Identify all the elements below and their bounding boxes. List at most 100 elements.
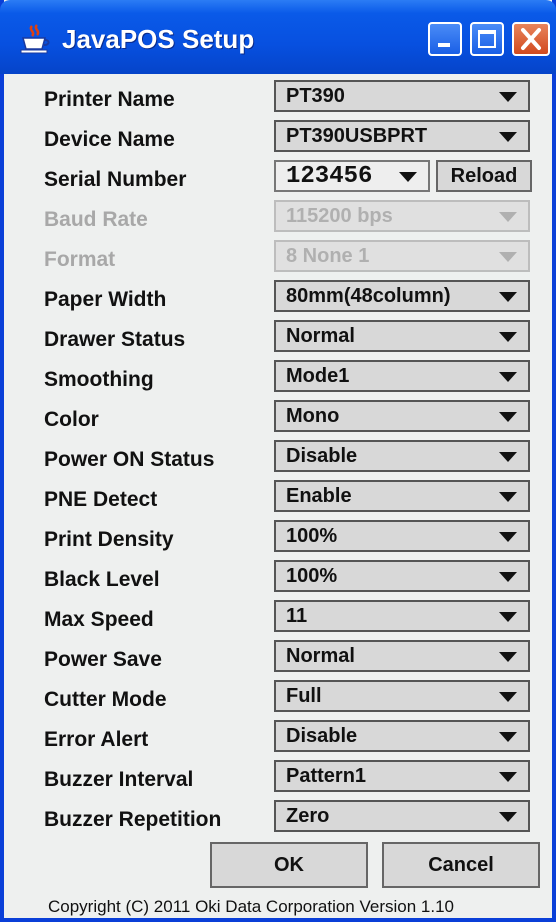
chevron-down-icon[interactable] [498, 411, 518, 423]
power-on-status-value: Disable [286, 445, 358, 467]
power-on-status-select[interactable]: Disable [274, 440, 530, 472]
field-row-error-alert: Error Alert Disable [4, 718, 552, 758]
setup-dialog: JavaPOS Setup Printer Name PT390 Device Na… [0, 0, 556, 922]
power-save-select[interactable]: Normal [274, 640, 530, 672]
error-alert-select[interactable]: Disable [274, 720, 530, 752]
pne-detect-select[interactable]: Enable [274, 480, 530, 512]
field-row-device-name: Device Name PT390USBPRT [4, 118, 552, 158]
chevron-down-icon [499, 252, 517, 262]
chevron-down-icon[interactable] [498, 771, 518, 783]
window-title: JavaPOS Setup [62, 24, 255, 54]
cutter-mode-select[interactable]: Full [274, 680, 530, 712]
chevron-down-icon [499, 212, 517, 222]
max-speed-select[interactable]: 11 [274, 600, 530, 632]
ok-button[interactable]: OK [210, 842, 368, 888]
maximize-icon [478, 30, 496, 48]
printer-name-select[interactable]: PT390 [274, 80, 530, 112]
paper-width-label: Paper Width [44, 288, 167, 311]
field-row-printer-name: Printer Name PT390 [4, 78, 552, 118]
minimize-icon [438, 43, 450, 47]
field-row-paper-width: Paper Width 80mm(48column) [4, 278, 552, 318]
black-level-select[interactable]: 100% [274, 560, 530, 592]
field-row-drawer-status: Drawer Status Normal [4, 318, 552, 358]
chevron-down-icon[interactable] [498, 451, 518, 463]
print-density-select[interactable]: 100% [274, 520, 530, 552]
device-name-select[interactable]: PT390USBPRT [274, 120, 530, 152]
chevron-down-icon[interactable] [498, 531, 518, 543]
drawer-status-value: Normal [286, 325, 355, 347]
chevron-down-icon[interactable] [498, 731, 518, 743]
serial-number-label: Serial Number [44, 168, 187, 191]
field-row-baud-rate: Baud Rate 115200 bps [4, 198, 552, 238]
format-select: 8 None 1 [274, 240, 530, 272]
error-alert-value: Disable [286, 725, 358, 747]
field-row-black-level: Black Level 100% [4, 558, 552, 598]
buzzer-repetition-value: Zero [286, 805, 330, 827]
reload-button[interactable]: Reload [436, 160, 532, 192]
smoothing-select[interactable]: Mode1 [274, 360, 530, 392]
field-row-color: Color Mono [4, 398, 552, 438]
power-on-status-label: Power ON Status [44, 448, 215, 471]
print-density-value: 100% [286, 525, 338, 547]
pne-detect-value: Enable [286, 485, 352, 507]
chevron-down-icon[interactable] [498, 691, 518, 703]
color-select[interactable]: Mono [274, 400, 530, 432]
cutter-mode-value: Full [286, 685, 322, 707]
max-speed-value: 11 [286, 605, 308, 627]
baud-rate-select: 115200 bps [274, 200, 530, 232]
close-button[interactable] [512, 22, 550, 56]
field-row-max-speed: Max Speed 11 [4, 598, 552, 638]
baud-rate-value: 115200 bps [286, 205, 393, 227]
paper-width-value: 80mm(48column) [286, 285, 451, 307]
buzzer-interval-select[interactable]: Pattern1 [274, 760, 530, 792]
close-icon [521, 28, 541, 50]
chevron-down-icon[interactable] [398, 171, 418, 183]
device-name-value: PT390USBPRT [286, 125, 428, 147]
chevron-down-icon[interactable] [498, 811, 518, 823]
printer-name-label: Printer Name [44, 88, 175, 111]
title-bar[interactable]: JavaPOS Setup [0, 0, 556, 74]
cancel-button[interactable]: Cancel [382, 842, 540, 888]
maximize-button[interactable] [470, 22, 504, 56]
serial-number-select[interactable]: 123456 [274, 160, 430, 192]
black-level-label: Black Level [44, 568, 160, 591]
copyright-text: Copyright (C) 2011 Oki Data Corporation … [48, 897, 454, 916]
smoothing-label: Smoothing [44, 368, 154, 391]
chevron-down-icon[interactable] [498, 491, 518, 503]
baud-rate-label: Baud Rate [44, 208, 148, 231]
color-label: Color [44, 408, 99, 431]
buzzer-repetition-label: Buzzer Repetition [44, 808, 222, 831]
chevron-down-icon[interactable] [498, 611, 518, 623]
max-speed-label: Max Speed [44, 608, 154, 631]
pne-detect-label: PNE Detect [44, 488, 158, 511]
printer-name-value: PT390 [286, 85, 345, 107]
smoothing-value: Mode1 [286, 365, 350, 387]
color-value: Mono [286, 405, 340, 427]
field-row-serial-number: Serial Number 123456 Reload [4, 158, 552, 198]
power-save-label: Power Save [44, 648, 162, 671]
serial-number-value: 123456 [286, 163, 373, 190]
chevron-down-icon[interactable] [498, 371, 518, 383]
black-level-value: 100% [286, 565, 338, 587]
field-row-pne-detect: PNE Detect Enable [4, 478, 552, 518]
cutter-mode-label: Cutter Mode [44, 688, 167, 711]
chevron-down-icon[interactable] [498, 91, 518, 103]
field-row-power-save: Power Save Normal [4, 638, 552, 678]
chevron-down-icon[interactable] [498, 331, 518, 343]
format-value: 8 None 1 [286, 245, 370, 267]
chevron-down-icon[interactable] [498, 291, 518, 303]
device-name-label: Device Name [44, 128, 175, 151]
power-save-value: Normal [286, 645, 355, 667]
format-label: Format [44, 248, 116, 271]
buzzer-interval-value: Pattern1 [286, 765, 367, 787]
minimize-button[interactable] [428, 22, 462, 56]
chevron-down-icon[interactable] [498, 651, 518, 663]
drawer-status-select[interactable]: Normal [274, 320, 530, 352]
field-row-power-on-status: Power ON Status Disable [4, 438, 552, 478]
paper-width-select[interactable]: 80mm(48column) [274, 280, 530, 312]
field-row-buzzer-interval: Buzzer Interval Pattern1 [4, 758, 552, 798]
chevron-down-icon[interactable] [498, 131, 518, 143]
chevron-down-icon[interactable] [498, 571, 518, 583]
error-alert-label: Error Alert [44, 728, 149, 751]
buzzer-repetition-select[interactable]: Zero [274, 800, 530, 832]
